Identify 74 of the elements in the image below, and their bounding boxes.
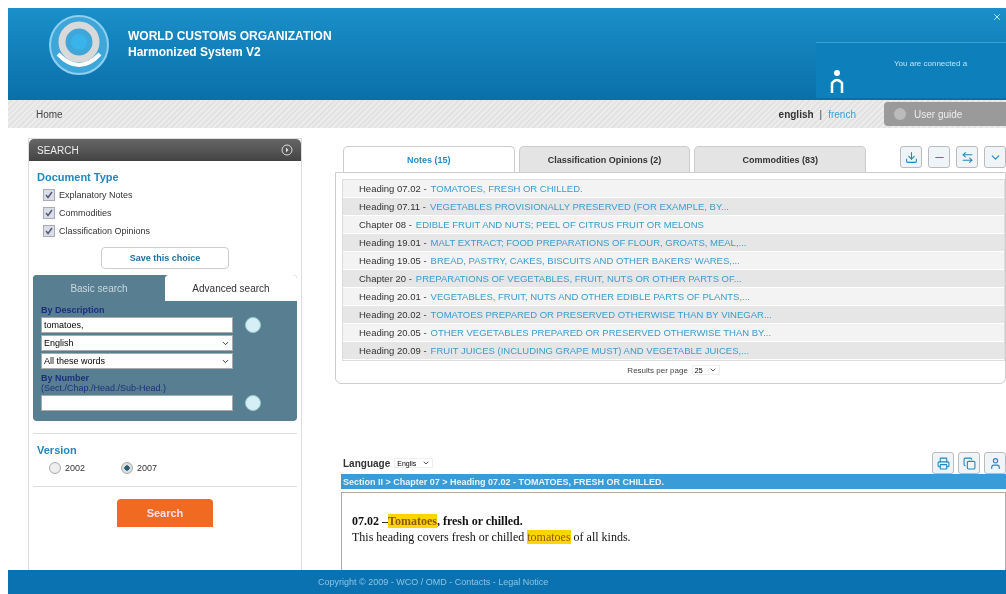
radio-button[interactable] [49, 462, 61, 474]
checkbox[interactable] [43, 207, 55, 219]
result-row[interactable]: Chapter 20 - PREPARATIONS OF VEGETABLES, FRUIT, NUTS OR OTHER PARTS OF... [343, 270, 1004, 288]
result-prefix: Heading 07.02 - [359, 183, 427, 194]
help-icon[interactable] [245, 317, 261, 333]
result-row[interactable]: Heading 20.02 - TOMATOES PREPARED OR PRESERVED OTHERWISE THAN BY VINEGAR... [343, 306, 1004, 324]
copyright-text: Copyright © 2009 - WCO / OMD - Contacts - Legal Notice [318, 577, 549, 587]
result-row[interactable]: Chapter 08 - EDIBLE FRUIT AND NUTS; PEEL OF CITRUS FRUIT OR MELONS [343, 216, 1004, 234]
result-row[interactable]: Heading 20.09 - FRUIT JUICES (INCLUDING GRAPE MUST) AND VEGETABLE JUICES,... [343, 342, 1004, 360]
result-prefix: Heading 20.05 - [359, 327, 427, 338]
checkmark-icon [45, 209, 53, 217]
separator: | [819, 108, 823, 120]
results-tab[interactable]: Notes (15) [343, 146, 515, 172]
result-prefix: Heading 07.11 - [359, 201, 426, 212]
result-row[interactable]: Heading 19.01 - MALT EXTRACT; FOOD PREPARATIONS OF FLOUR, GROATS, MEAL,... [343, 234, 1004, 252]
language-link[interactable]: english [778, 108, 814, 120]
caret-icon[interactable] [708, 366, 717, 374]
chevron-down-icon[interactable] [984, 146, 1006, 168]
search-tab[interactable]: Advanced search [165, 275, 297, 301]
document-paragraph: This heading covers fresh or chilled tomatoes of all kinds. [352, 529, 632, 545]
save-choice-button[interactable]: Save this choice [101, 247, 229, 269]
document-heading: 07.02 –Tomatoes, fresh or chilled. [352, 513, 524, 529]
help-icon[interactable] [245, 395, 261, 411]
section-title: Version [37, 444, 78, 456]
field-label: By Number [41, 373, 90, 383]
radio-label: 2002 [65, 463, 86, 473]
connection-text: You are connected a [894, 59, 968, 68]
system-name: Harmonized System V2 [128, 44, 262, 60]
result-row[interactable]: Heading 07.02 - TOMATOES, FRESH OR CHILLED. [343, 180, 1004, 198]
language-label: Language [343, 457, 391, 469]
description-input[interactable]: tomatoes, [41, 317, 233, 333]
section-title: Document Type [37, 171, 120, 183]
result-prefix: Heading 19.05 - [359, 255, 427, 266]
per-page-label: Results per page [627, 365, 688, 375]
close-icon[interactable] [992, 12, 1002, 22]
swap-icon[interactable] [956, 146, 978, 168]
home-link[interactable]: Home [36, 108, 63, 120]
collapse-icon[interactable] [281, 144, 293, 156]
language-dropdown[interactable]: English [41, 335, 233, 351]
person-icon [830, 69, 844, 93]
user-icon[interactable] [984, 452, 1006, 474]
checkbox[interactable] [43, 189, 55, 201]
checkmark-icon [45, 191, 53, 199]
result-prefix: Heading 20.02 - [359, 309, 427, 320]
field-label: By Description [41, 305, 106, 315]
checkbox-label: Explanatory Notes [59, 190, 133, 200]
breadcrumb: Section II > Chapter 07 > Heading 07.02 - TOMATOES, FRESH OR CHILLED. [341, 474, 1006, 489]
result-prefix: Chapter 08 - [359, 219, 412, 230]
radio-button[interactable] [121, 462, 134, 474]
number-input[interactable] [41, 395, 233, 411]
result-row[interactable]: Heading 19.05 - BREAD, PASTRY, CAKES, BISCUITS AND OTHER BAKERS' WARES,... [343, 252, 1004, 270]
checkbox[interactable] [43, 225, 55, 237]
checkbox-label: Commodities [59, 208, 112, 218]
result-row[interactable]: Heading 07.11 - VEGETABLES PROVISIONALLY PRESERVED (FOR EXAMPLE, BY... [343, 198, 1004, 216]
match-dropdown[interactable]: All these words [41, 353, 233, 369]
panel-title: SEARCH [37, 144, 79, 156]
organization-name: WORLD CUSTOMS ORGANIZATION [128, 28, 332, 44]
logo-icon [48, 14, 110, 76]
caret-icon[interactable] [422, 459, 431, 467]
result-row[interactable]: Heading 20.01 - VEGETABLES, FRUIT, NUTS AND OTHER EDIBLE PARTS OF PLANTS,... [343, 288, 1004, 306]
results-tab[interactable]: Classification Opinions (2) [518, 146, 691, 172]
result-prefix: Heading 19.01 - [359, 237, 427, 248]
print-icon[interactable] [932, 452, 954, 474]
result-prefix: Heading 20.01 - [359, 291, 427, 302]
download-icon[interactable] [900, 146, 922, 168]
result-prefix: Chapter 20 - [359, 273, 412, 284]
results-tab[interactable]: Commodities (83) [694, 146, 866, 172]
field-hint: (Sect./Chap./Head./Sub-Head.) [41, 383, 168, 393]
result-prefix: Heading 20.09 - [359, 345, 427, 356]
copy-icon[interactable] [958, 452, 980, 474]
result-row[interactable]: Heading 20.05 - OTHER VEGETABLES PREPARED OR PRESERVED OTHERWISE THAN BY... [343, 324, 1004, 342]
checkmark-icon [45, 227, 53, 235]
radio-label: 2007 [137, 463, 158, 473]
checkbox-label: Classification Opinions [59, 226, 151, 236]
